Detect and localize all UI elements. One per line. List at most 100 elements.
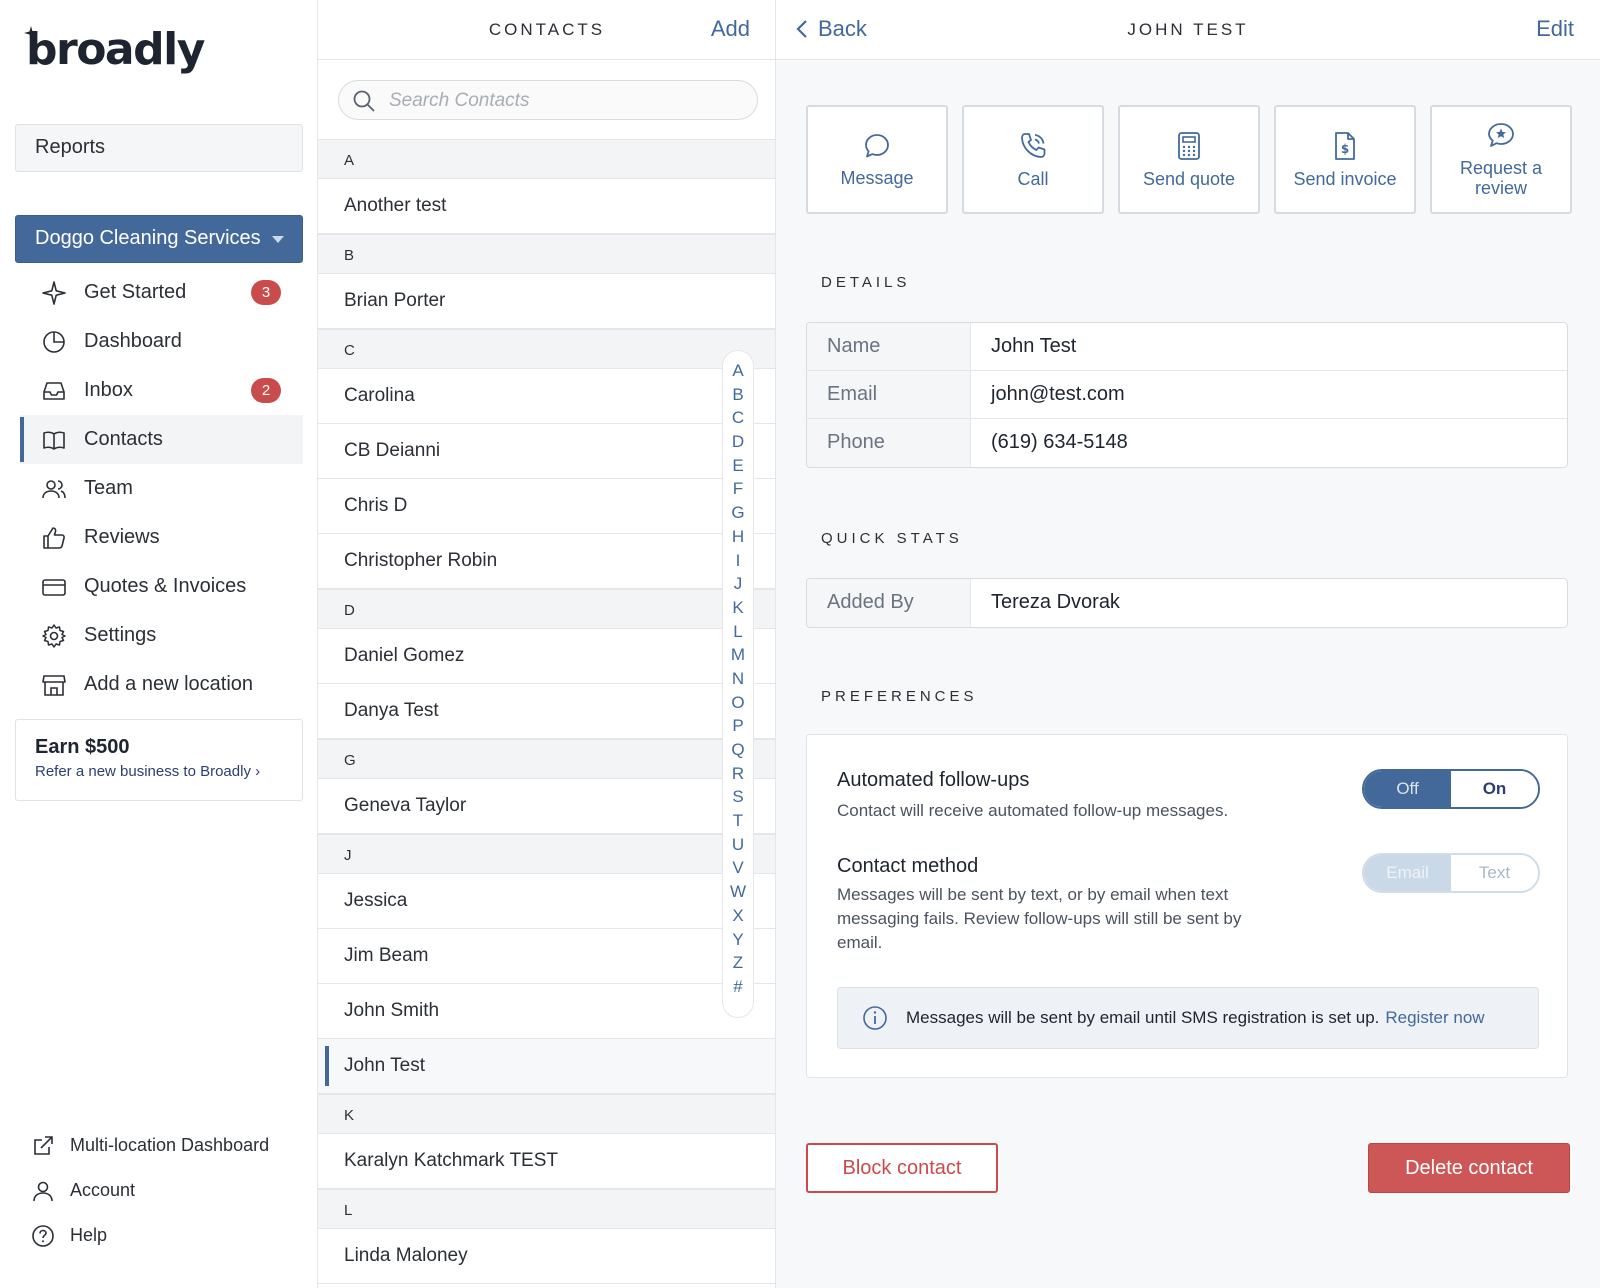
alphabet-letter[interactable]: X: [723, 906, 753, 930]
location-name: Doggo Cleaning Services: [35, 227, 261, 249]
alphabet-letter[interactable]: H: [723, 527, 753, 551]
contact-row[interactable]: Jim Beam: [318, 929, 775, 984]
alphabet-letter[interactable]: P: [723, 716, 753, 740]
edit-contact-button[interactable]: Edit: [1536, 16, 1574, 42]
sidebar-item-contacts[interactable]: Contacts: [20, 415, 303, 464]
alphabet-letter[interactable]: L: [723, 622, 753, 646]
alphabet-letter[interactable]: Y: [723, 930, 753, 954]
sidebar-item-reviews[interactable]: Reviews: [20, 513, 303, 562]
followups-description: Contact will receive automated follow-up…: [837, 801, 1229, 820]
register-now-link[interactable]: Register now: [1385, 1008, 1484, 1028]
alphabet-letter[interactable]: O: [723, 693, 753, 717]
card-icon: [40, 573, 68, 601]
contact-row[interactable]: Danya Test: [318, 684, 775, 739]
alphabet-letter[interactable]: Q: [723, 740, 753, 764]
multi-location-dashboard-link[interactable]: Multi-location Dashboard: [30, 1123, 269, 1168]
sidebar-item-add-location[interactable]: Add a new location: [20, 660, 303, 709]
request-review-button[interactable]: Request a review: [1430, 105, 1572, 214]
alphabet-letter[interactable]: S: [723, 787, 753, 811]
invoice-icon: $: [1332, 131, 1358, 161]
sidebar-item-label: Settings: [84, 624, 157, 646]
toggle-off-option[interactable]: Off: [1364, 771, 1451, 807]
alphabet-letter[interactable]: U: [723, 835, 753, 859]
sidebar-item-quotes-invoices[interactable]: Quotes & Invoices: [20, 562, 303, 611]
contact-row[interactable]: Christopher Robin: [318, 534, 775, 589]
alphabet-letter[interactable]: W: [723, 882, 753, 906]
detail-key: Name: [807, 323, 971, 370]
alphabet-letter[interactable]: #: [723, 977, 753, 1001]
alphabet-letter[interactable]: A: [723, 361, 753, 385]
block-contact-button[interactable]: Block contact: [806, 1143, 998, 1193]
review-request-icon: [1486, 122, 1516, 150]
sidebar-item-settings[interactable]: Settings: [20, 611, 303, 660]
alphabet-letter[interactable]: C: [723, 408, 753, 432]
contact-row[interactable]: Chris D: [318, 479, 775, 534]
external-link-icon: [30, 1133, 56, 1159]
toggle-on-option[interactable]: On: [1451, 771, 1538, 807]
search-input[interactable]: [389, 87, 739, 115]
followups-toggle[interactable]: Off On: [1362, 769, 1540, 809]
bottom-item-label: Account: [70, 1180, 136, 1200]
method-email-option[interactable]: Email: [1364, 855, 1451, 891]
alphabet-letter[interactable]: Z: [723, 953, 753, 977]
alphabet-letter[interactable]: M: [723, 645, 753, 669]
alphabet-letter[interactable]: J: [723, 574, 753, 598]
contact-row[interactable]: Karalyn Katchmark TEST: [318, 1134, 775, 1189]
referral-link[interactable]: Refer a new business to Broadly ›: [35, 763, 283, 780]
sidebar-item-team[interactable]: Team: [20, 464, 303, 513]
delete-contact-button[interactable]: Delete contact: [1368, 1143, 1570, 1193]
referral-card[interactable]: Earn $500 Refer a new business to Broadl…: [15, 719, 303, 801]
detail-key: Email: [807, 371, 971, 418]
contact-row[interactable]: John Test: [318, 1039, 775, 1094]
alphabet-letter[interactable]: T: [723, 811, 753, 835]
sidebar-item-dashboard[interactable]: Dashboard: [20, 317, 303, 366]
alphabet-letter[interactable]: F: [723, 479, 753, 503]
section-header-k: K: [318, 1094, 775, 1134]
book-icon: [40, 426, 68, 454]
contact-row[interactable]: CB Deianni: [318, 424, 775, 479]
send-quote-button[interactable]: Send quote: [1118, 105, 1260, 214]
contact-row[interactable]: Another test: [318, 179, 775, 234]
reports-button[interactable]: Reports: [15, 124, 303, 172]
contact-row[interactable]: Linda Maloney: [318, 1229, 775, 1284]
sidebar-item-inbox[interactable]: Inbox 2: [20, 366, 303, 415]
detail-value[interactable]: john@test.com: [971, 371, 1145, 418]
bottom-item-label: Help: [70, 1225, 108, 1245]
referral-title: Earn $500: [35, 736, 130, 758]
action-label: Call: [1017, 168, 1049, 189]
alphabet-letter[interactable]: D: [723, 432, 753, 456]
alphabet-letter[interactable]: R: [723, 764, 753, 788]
contact-row[interactable]: John Smith: [318, 984, 775, 1039]
sidebar: broadly Reports Doggo Cleaning Services …: [0, 0, 318, 1288]
sidebar-item-get-started[interactable]: Get Started 3: [20, 268, 303, 317]
contact-row[interactable]: Carolina: [318, 369, 775, 424]
contact-name-title: JOHN TEST: [1127, 20, 1249, 39]
contact-row[interactable]: Geneva Taylor: [318, 779, 775, 834]
detail-value[interactable]: (619) 634-5148: [971, 419, 1148, 467]
contact-row[interactable]: Daniel Gomez: [318, 629, 775, 684]
add-contact-button[interactable]: Add: [711, 16, 750, 42]
account-link[interactable]: Account: [30, 1168, 269, 1213]
alphabet-letter[interactable]: B: [723, 385, 753, 409]
alphabet-letter[interactable]: N: [723, 669, 753, 693]
quick-stats-section-label: QUICK STATS: [821, 530, 963, 547]
alphabet-letter[interactable]: I: [723, 551, 753, 575]
alphabet-letter[interactable]: V: [723, 858, 753, 882]
call-button[interactable]: Call: [962, 105, 1104, 214]
contact-row[interactable]: Jessica: [318, 874, 775, 929]
logo-spark-icon: [24, 26, 38, 40]
contact-row[interactable]: Brian Porter: [318, 274, 775, 329]
action-label: Send quote: [1142, 168, 1236, 189]
method-text-option[interactable]: Text: [1451, 855, 1538, 891]
alphabet-letter[interactable]: E: [723, 456, 753, 480]
section-header-b: B: [318, 234, 775, 274]
message-button[interactable]: Message: [806, 105, 948, 214]
action-buttons: Message Call Send quote $ Send invoice R…: [806, 105, 1572, 214]
alphabet-letter[interactable]: K: [723, 598, 753, 622]
help-link[interactable]: Help: [30, 1213, 269, 1258]
alphabet-letter[interactable]: G: [723, 503, 753, 527]
contact-method-toggle[interactable]: Email Text: [1362, 853, 1540, 893]
location-select[interactable]: Doggo Cleaning Services: [15, 215, 303, 263]
send-invoice-button[interactable]: $ Send invoice: [1274, 105, 1416, 214]
broadly-logo[interactable]: broadly: [26, 24, 205, 75]
